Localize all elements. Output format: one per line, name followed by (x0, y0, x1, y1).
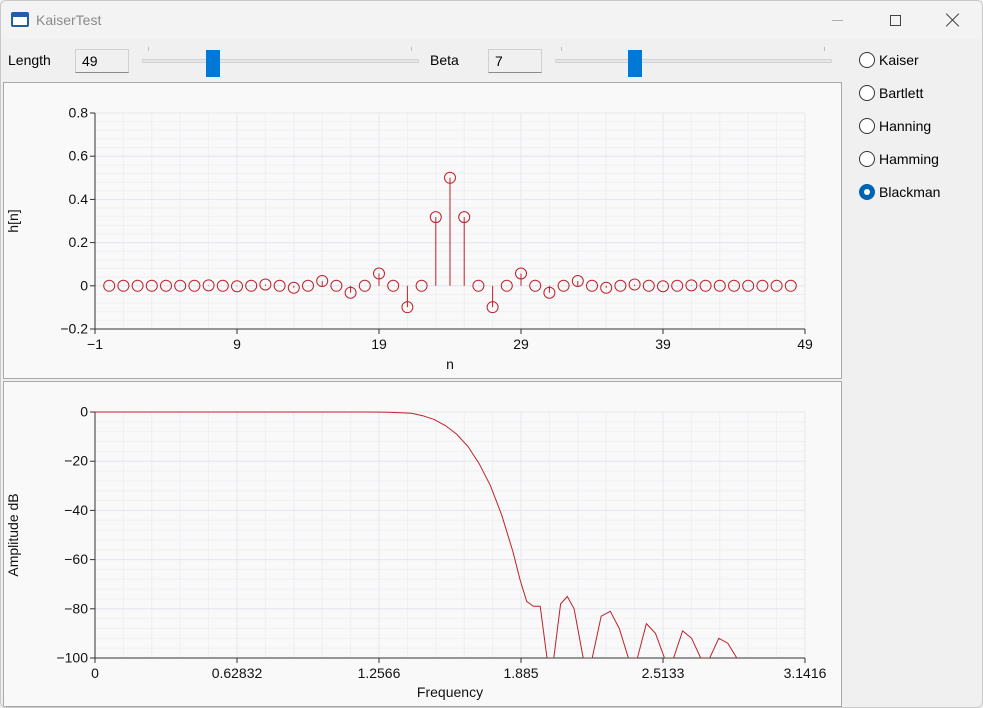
minimize-button[interactable] (809, 1, 865, 39)
y-tick-label: −0.2 (60, 321, 88, 337)
y-tick-label: −20 (64, 453, 88, 469)
x-tick-label: 0.62832 (212, 665, 263, 681)
x-tick-label: 2.5133 (642, 665, 685, 681)
x-tick-label: 19 (371, 336, 387, 352)
x-axis-label: Frequency (417, 684, 483, 700)
radio-blackman[interactable]: Blackman (859, 184, 940, 200)
radio-button-icon[interactable] (859, 118, 875, 134)
y-tick-label: −80 (64, 600, 88, 616)
y-tick-label: 0.6 (69, 148, 89, 164)
radio-button-icon[interactable] (859, 184, 875, 200)
radio-hanning[interactable]: Hanning (859, 118, 931, 134)
beta-input[interactable]: 7 (488, 49, 542, 73)
y-axis-label: Amplitude dB (5, 493, 21, 576)
x-tick-label: 1.2566 (358, 665, 401, 681)
radio-label: Kaiser (879, 52, 919, 68)
minimize-icon (831, 19, 843, 21)
radio-button-icon[interactable] (859, 151, 875, 167)
radio-label: Bartlett (879, 85, 924, 101)
title-bar: KaiserTest (1, 1, 982, 39)
maximize-icon (889, 14, 901, 26)
app-window-icon (11, 12, 29, 27)
slider-tick (148, 47, 149, 51)
window-title: KaiserTest (36, 12, 102, 28)
length-input[interactable]: 49 (75, 49, 129, 73)
beta-label: Beta (430, 52, 459, 68)
x-tick-label: 0 (91, 665, 99, 681)
radio-bartlett[interactable]: Bartlett (859, 85, 923, 101)
radio-hamming[interactable]: Hamming (859, 151, 939, 167)
y-tick-label: −100 (56, 650, 88, 666)
maximize-button[interactable] (867, 1, 923, 39)
length-label: Length (8, 52, 51, 68)
radio-kaiser[interactable]: Kaiser (859, 52, 919, 68)
y-tick-label: 0 (80, 404, 88, 420)
close-button[interactable] (925, 1, 981, 39)
slider-tick (411, 47, 412, 51)
length-slider-track[interactable] (142, 59, 419, 63)
radio-label: Hamming (879, 151, 939, 167)
y-tick-label: 0.2 (69, 234, 89, 250)
x-axis-label: n (446, 356, 454, 372)
radio-button-icon[interactable] (859, 85, 875, 101)
impulse-response-plot: 0.8 0.6 0.4 0.2 0 −0.2 −1 9 19 29 39 49 n h[n] (3, 82, 842, 379)
y-tick-label: −60 (64, 551, 88, 567)
frequency-response-svg: 0−20−40−60−80−1000 0.62832 1.2566 1.885 2.51… (5, 404, 827, 701)
beta-slider-thumb[interactable] (628, 50, 643, 77)
slider-tick (824, 47, 825, 51)
length-slider-thumb[interactable] (205, 50, 220, 77)
x-tick-label: 1.885 (503, 665, 538, 681)
x-tick-label: 39 (655, 336, 671, 352)
series-line (95, 411, 738, 658)
x-tick-label: 9 (233, 336, 241, 352)
radio-label: Hanning (879, 118, 932, 134)
beta-slider-track[interactable] (555, 59, 832, 63)
x-tick-label: −1 (87, 336, 103, 352)
length-slider[interactable] (142, 43, 419, 77)
y-tick-label: 0 (80, 277, 88, 293)
close-icon (946, 13, 960, 27)
radio-label: Blackman (879, 184, 941, 200)
app-window: KaiserTest Length 49 Beta 7 0.8 0.6 0.4 0.2… (0, 0, 983, 708)
beta-slider[interactable] (555, 43, 832, 77)
radio-button-icon[interactable] (859, 52, 875, 68)
x-tick-label: 29 (513, 336, 529, 352)
y-tick-label: 0.4 (69, 191, 89, 207)
x-tick-label: 49 (797, 336, 813, 352)
frequency-response-plot: 0 −20 −40 −60 −80 −100 0 0.62832 1.2566 1.885 2.51… (3, 381, 842, 707)
y-axis-label: h[n] (5, 209, 21, 232)
y-tick-label: 0.8 (69, 105, 89, 121)
impulse-response-svg: 0.8 0.6 0.4 0.2 0 −0.2−1 9 19 29 39 49 n h[n] (5, 105, 813, 373)
slider-tick (561, 47, 562, 51)
x-tick-label: 3.1416 (784, 665, 827, 681)
y-tick-label: −40 (64, 502, 88, 518)
